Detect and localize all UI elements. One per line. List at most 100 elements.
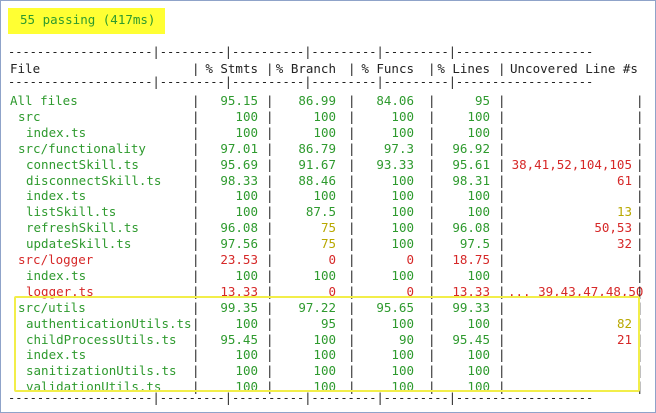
column-separator: | bbox=[636, 156, 644, 172]
column-separator: | bbox=[636, 252, 644, 267]
column-separator: | bbox=[428, 236, 436, 252]
cell-branch: 75 bbox=[320, 236, 336, 252]
cell-branch: 86.79 bbox=[298, 140, 336, 156]
column-separator: | bbox=[192, 252, 200, 267]
cell-stmts: 95.15 bbox=[220, 93, 258, 108]
column-separator: | bbox=[498, 108, 506, 124]
cell-file: connectSkill.ts bbox=[26, 156, 139, 172]
column-separator: | bbox=[266, 220, 274, 236]
cell-file: src/functionality bbox=[18, 140, 146, 156]
column-separator: | bbox=[192, 267, 200, 283]
column-separator: | bbox=[636, 140, 644, 156]
column-separator: | bbox=[498, 172, 506, 188]
cell-lines: 100 bbox=[467, 204, 490, 220]
cell-file: updateSkill.ts bbox=[26, 236, 132, 252]
cell-lines: 96.92 bbox=[452, 140, 490, 156]
column-separator: | bbox=[192, 220, 200, 236]
cell-funcs: 97.3 bbox=[383, 140, 414, 156]
cell-file: refreshSkill.ts bbox=[26, 220, 139, 236]
column-separator: | bbox=[266, 108, 274, 124]
cell-stmts: 100 bbox=[235, 124, 258, 140]
cell-uncovered bbox=[508, 141, 632, 157]
cell-branch: 87.5 bbox=[305, 204, 336, 220]
column-separator: | bbox=[266, 93, 274, 108]
cell-funcs: 100 bbox=[391, 220, 414, 236]
column-separator: | bbox=[348, 236, 356, 252]
column-separator: | bbox=[192, 156, 200, 172]
cell-file: index.ts bbox=[26, 267, 87, 283]
column-separator: | bbox=[498, 267, 506, 283]
cell-stmts: 95.69 bbox=[220, 156, 258, 172]
table-bottom-border: --------------------|---------|---------… bbox=[8, 391, 594, 405]
column-separator: | bbox=[192, 188, 200, 204]
cell-branch: 86.99 bbox=[298, 93, 336, 108]
column-separator: | bbox=[266, 252, 274, 267]
column-separator: | bbox=[428, 124, 436, 140]
cell-branch: 88.46 bbox=[298, 172, 336, 188]
column-separator: | bbox=[192, 172, 200, 188]
cell-uncovered bbox=[508, 188, 632, 204]
table-top-border: --------------------|---------|---------… bbox=[8, 45, 594, 59]
column-separator: | bbox=[498, 156, 506, 172]
column-separator: | bbox=[348, 140, 356, 156]
column-separator: | bbox=[348, 267, 356, 283]
cell-stmts: 100 bbox=[235, 204, 258, 220]
column-separator: | bbox=[192, 124, 200, 140]
column-separator: | bbox=[428, 188, 436, 204]
cell-uncovered: 61 bbox=[616, 172, 632, 188]
cell-uncovered bbox=[508, 93, 632, 109]
cell-funcs: 100 bbox=[391, 204, 414, 220]
column-separator: | bbox=[348, 204, 356, 220]
column-separator: | bbox=[428, 156, 436, 172]
cell-branch: 100 bbox=[313, 108, 336, 124]
column-separator: | bbox=[192, 93, 200, 108]
cell-stmts: 23.53 bbox=[220, 252, 258, 267]
column-separator: | bbox=[266, 204, 274, 220]
cell-uncovered: 32 bbox=[616, 236, 632, 252]
column-separator: | bbox=[266, 267, 274, 283]
column-separator: | bbox=[266, 188, 274, 204]
column-separator: | bbox=[636, 93, 644, 108]
column-separator: | bbox=[428, 140, 436, 156]
column-separator: | bbox=[636, 220, 644, 236]
cell-funcs: 100 bbox=[391, 108, 414, 124]
cell-lines: 100 bbox=[467, 108, 490, 124]
cell-lines: 100 bbox=[467, 188, 490, 204]
cell-funcs: 100 bbox=[391, 267, 414, 283]
cell-lines: 98.31 bbox=[452, 172, 490, 188]
cell-funcs: 100 bbox=[391, 172, 414, 188]
cell-file: listSkill.ts bbox=[26, 204, 117, 220]
utils-highlight-box bbox=[14, 296, 640, 392]
column-separator: | bbox=[348, 188, 356, 204]
column-separator: | bbox=[348, 252, 356, 267]
cell-funcs: 100 bbox=[391, 124, 414, 140]
column-separator: | bbox=[192, 108, 200, 124]
column-separator: | bbox=[348, 156, 356, 172]
column-separator: | bbox=[636, 124, 644, 140]
cell-lines: 96.08 bbox=[452, 220, 490, 236]
cell-funcs: 93.33 bbox=[376, 156, 414, 172]
column-separator: | bbox=[266, 124, 274, 140]
column-separator: | bbox=[636, 267, 644, 283]
cell-file: src bbox=[18, 108, 41, 124]
cell-lines: 18.75 bbox=[452, 252, 490, 267]
cell-stmts: 100 bbox=[235, 108, 258, 124]
column-separator: | bbox=[348, 108, 356, 124]
cell-uncovered: 50,53 bbox=[594, 220, 632, 236]
cell-stmts: 98.33 bbox=[220, 172, 258, 188]
cell-stmts: 97.56 bbox=[220, 236, 258, 252]
cell-branch: 91.67 bbox=[298, 156, 336, 172]
cell-funcs: 100 bbox=[391, 236, 414, 252]
cell-uncovered bbox=[508, 252, 632, 268]
column-separator: | bbox=[428, 108, 436, 124]
column-separator: | bbox=[428, 220, 436, 236]
cell-uncovered bbox=[508, 268, 632, 284]
cell-stmts: 100 bbox=[235, 267, 258, 283]
cell-file: index.ts bbox=[26, 124, 87, 140]
column-separator: | bbox=[266, 156, 274, 172]
column-separator: | bbox=[636, 188, 644, 204]
column-separator: | bbox=[266, 140, 274, 156]
cell-lines: 97.5 bbox=[459, 236, 490, 252]
cell-uncovered bbox=[508, 109, 632, 125]
cell-lines: 95 bbox=[474, 93, 490, 108]
